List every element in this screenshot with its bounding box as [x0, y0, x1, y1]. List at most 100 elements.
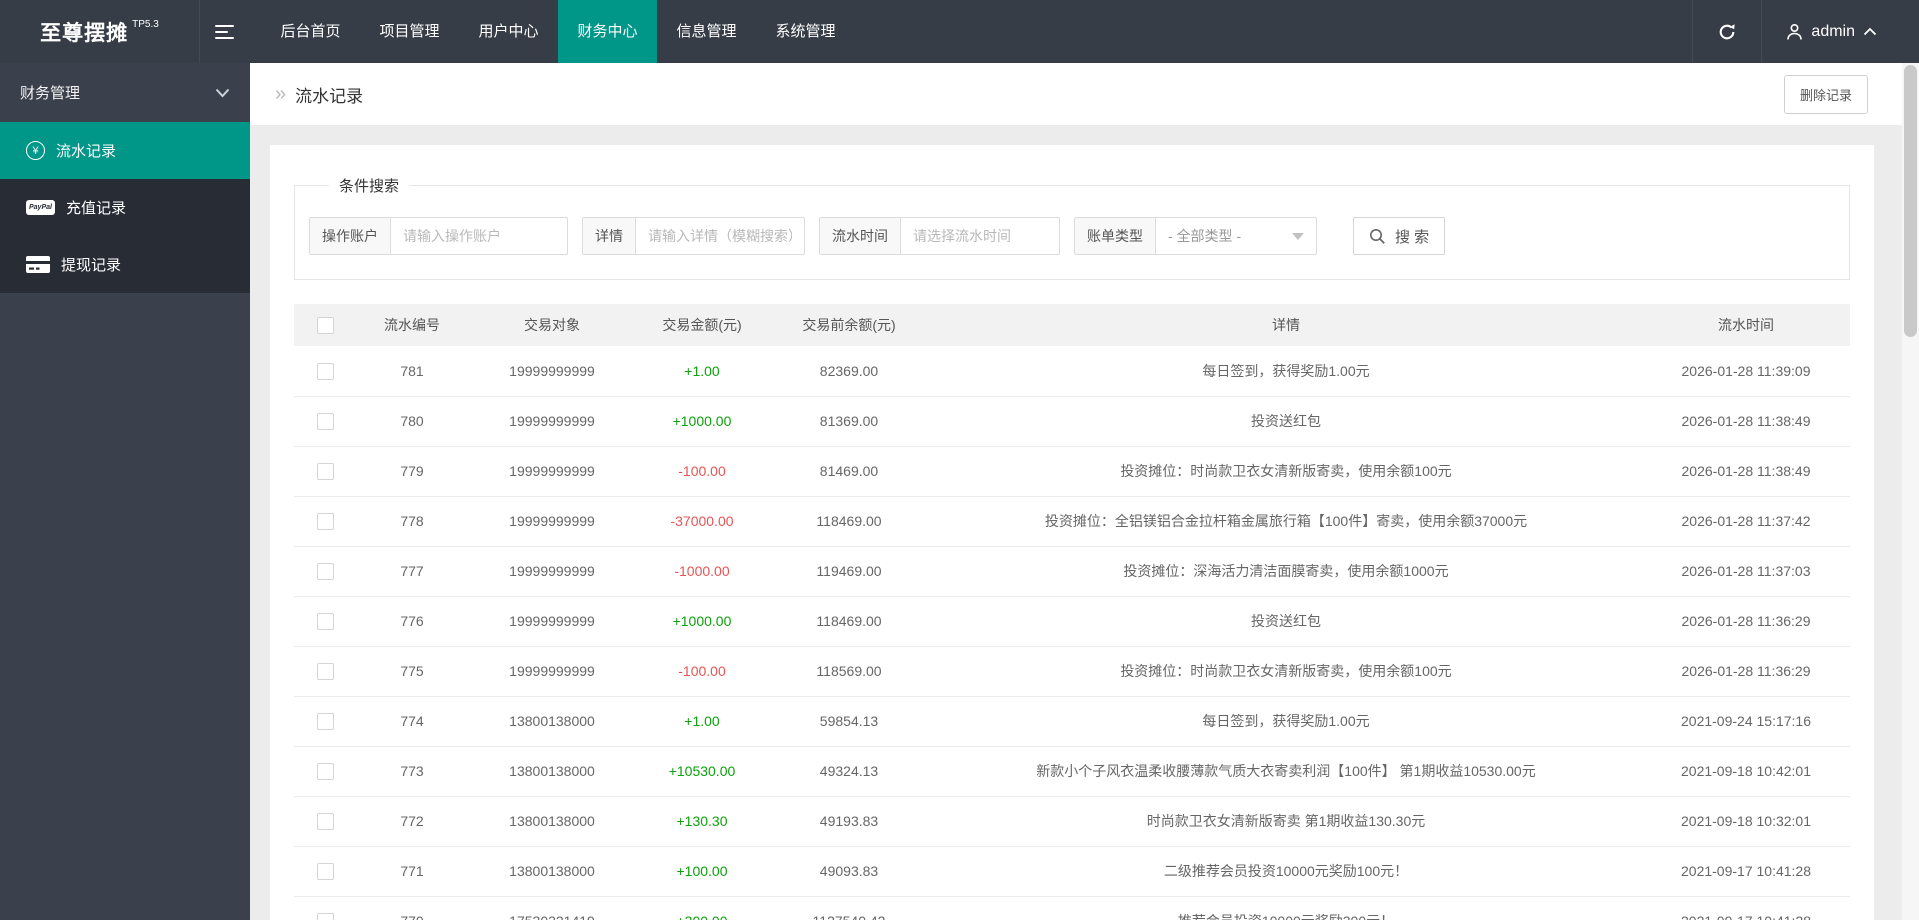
- table-row: 771 13800138000 +100.00 49093.83 二级推荐会员投资100…: [294, 846, 1850, 897]
- row-select-cell: [294, 546, 356, 597]
- flow-id-cell: 772: [356, 796, 468, 847]
- content-card: 条件搜索 操作账户详情流水时间账单类型- 全部类型 - 搜 索: [270, 145, 1874, 920]
- detail-cell: 投资摊位：时尚款卫衣女清新版寄卖，使用余额100元: [930, 446, 1642, 497]
- row-checkbox[interactable]: [316, 762, 334, 780]
- row-select-cell: [294, 746, 356, 797]
- hamburger-icon: [215, 24, 234, 39]
- sidebar-item-label: 流水记录: [56, 143, 117, 160]
- topnav-item[interactable]: 项目管理: [360, 0, 459, 63]
- column-header: 流水编号: [356, 304, 468, 346]
- row-checkbox[interactable]: [316, 912, 334, 920]
- search-input[interactable]: [391, 218, 567, 254]
- table-row: 779 19999999999 -100.00 81469.00 投资摊位：时尚款卫衣女…: [294, 446, 1850, 497]
- row-checkbox[interactable]: [316, 662, 334, 680]
- detail-cell: 二级推荐会员投资10000元奖励100元！: [930, 846, 1642, 897]
- select-all-cell: [294, 304, 356, 346]
- balance-before-cell: 49193.83: [768, 796, 930, 847]
- select-all-checkbox[interactable]: [316, 316, 334, 334]
- trade-amount-cell: +130.30: [636, 796, 768, 847]
- trade-target-cell: 13800138000: [468, 746, 636, 797]
- main-content: » 流水记录 删除记录 条件搜索 操作账户 详情 流水时间 账单类型 - 全部类型 - …: [250, 63, 1902, 920]
- topnav-item[interactable]: 用户中心: [459, 0, 558, 63]
- column-header: 流水时间: [1642, 304, 1850, 346]
- table-header-row: 流水编号 交易对象 交易金额(元) 交易前余额(元) 详情 流水时间: [294, 304, 1850, 346]
- balance-before-cell: 81469.00: [768, 446, 930, 497]
- row-checkbox[interactable]: [316, 462, 334, 480]
- column-header: 详情: [930, 304, 1642, 346]
- balance-before-cell: 59854.13: [768, 696, 930, 747]
- table-row: 781 19999999999 +1.00 82369.00 每日签到，获得奖励1.00…: [294, 346, 1850, 397]
- flow-time-cell: 2026-01-28 11:36:29: [1642, 646, 1850, 697]
- sidebar-group-finance[interactable]: 财务管理: [0, 63, 250, 122]
- balance-before-cell: 1127540.42: [768, 896, 930, 920]
- search-row: 操作账户 详情 流水时间 账单类型 - 全部类型 - 搜 索: [309, 217, 1835, 255]
- table-row: 775 19999999999 -100.00 118569.00 投资摊位：时尚款卫衣…: [294, 646, 1850, 697]
- search-field-label: 账单类型: [1075, 218, 1156, 254]
- topnav-item[interactable]: 信息管理: [657, 0, 756, 63]
- column-header: 交易前余额(元): [768, 304, 930, 346]
- search-button[interactable]: 搜 索: [1353, 217, 1446, 255]
- sidebar-toggle-button[interactable]: [200, 0, 249, 63]
- row-select-cell: [294, 696, 356, 747]
- trade-amount-cell: -1000.00: [636, 546, 768, 597]
- sidebar-items: ¥ 流水记录 PayPal 充值记录 提现记录: [0, 122, 250, 293]
- flow-id-cell: 778: [356, 496, 468, 547]
- yen-circle-icon: ¥: [26, 141, 45, 160]
- row-checkbox[interactable]: [316, 362, 334, 380]
- search-field-label: 操作账户: [310, 218, 391, 254]
- sidebar-item[interactable]: 提现记录: [0, 236, 250, 293]
- table-row: 778 19999999999 -37000.00 118469.00 投资摊位：全铝镁…: [294, 496, 1850, 547]
- refresh-icon: [1720, 23, 1736, 39]
- search-input[interactable]: [901, 218, 1059, 254]
- refresh-button[interactable]: [1693, 0, 1761, 63]
- flow-time-cell: 2026-01-28 11:37:03: [1642, 546, 1850, 597]
- row-checkbox[interactable]: [316, 562, 334, 580]
- search-icon: [1370, 228, 1385, 244]
- scrollbar-thumb[interactable]: [1904, 65, 1917, 337]
- topnav-item[interactable]: 财务中心: [558, 0, 657, 63]
- search-fieldset: 条件搜索 操作账户 详情 流水时间 账单类型 - 全部类型 - 搜 索: [294, 175, 1850, 280]
- detail-cell: 新款小个子风衣温柔收腰薄款气质大衣寄卖利润【100件】 第1期收益10530.0…: [930, 746, 1642, 797]
- row-select-cell: [294, 596, 356, 647]
- balance-before-cell: 118469.00: [768, 596, 930, 647]
- table-row: 772 13800138000 +130.30 49193.83 时尚款卫衣女清新版寄卖…: [294, 796, 1850, 847]
- user-icon: [1787, 23, 1803, 40]
- row-select-cell: [294, 846, 356, 897]
- vertical-scrollbar[interactable]: [1902, 63, 1919, 920]
- flow-time-cell: 2026-01-28 11:37:42: [1642, 496, 1850, 547]
- sidebar-item[interactable]: PayPal 充值记录: [0, 179, 250, 236]
- row-checkbox[interactable]: [316, 712, 334, 730]
- caret-down-icon: [1292, 232, 1304, 240]
- topbar: 至尊摆摊 TP5.3 后台首页 项目管理 用户中心 财务中心 信息管理 系统管理 admi…: [0, 0, 1919, 63]
- user-menu[interactable]: admin: [1762, 23, 1919, 41]
- detail-cell: 投资摊位：深海活力清洁面膜寄卖，使用余额1000元: [930, 546, 1642, 597]
- paypal-icon: PayPal: [26, 200, 55, 215]
- search-input[interactable]: [636, 218, 804, 254]
- row-select-cell: [294, 346, 356, 397]
- row-checkbox[interactable]: [316, 512, 334, 530]
- column-header: 交易对象: [468, 304, 636, 346]
- flow-id-cell: 779: [356, 446, 468, 497]
- flow-id-cell: 770: [356, 896, 468, 920]
- row-checkbox[interactable]: [316, 812, 334, 830]
- row-checkbox[interactable]: [316, 862, 334, 880]
- delete-records-button[interactable]: 删除记录: [1783, 74, 1868, 114]
- trade-target-cell: 17530321419: [468, 896, 636, 920]
- detail-cell: 每日签到，获得奖励1.00元: [930, 346, 1642, 397]
- app-logo: 至尊摆摊 TP5.3: [0, 0, 200, 63]
- search-field-label: 详情: [583, 218, 636, 254]
- trade-target-cell: 19999999999: [468, 396, 636, 447]
- row-checkbox[interactable]: [316, 612, 334, 630]
- trade-target-cell: 13800138000: [468, 846, 636, 897]
- detail-cell: 时尚款卫衣女清新版寄卖 第1期收益130.30元: [930, 796, 1642, 847]
- flow-id-cell: 774: [356, 696, 468, 747]
- topnav-item[interactable]: 后台首页: [261, 0, 360, 63]
- trade-target-cell: 19999999999: [468, 546, 636, 597]
- row-checkbox[interactable]: [316, 412, 334, 430]
- bill-type-select[interactable]: - 全部类型 -: [1156, 218, 1316, 254]
- trade-amount-cell: -100.00: [636, 446, 768, 497]
- select-value: - 全部类型 -: [1168, 228, 1242, 244]
- sidebar-item[interactable]: ¥ 流水记录: [0, 122, 250, 179]
- topnav-item[interactable]: 系统管理: [756, 0, 855, 63]
- trade-target-cell: 13800138000: [468, 696, 636, 747]
